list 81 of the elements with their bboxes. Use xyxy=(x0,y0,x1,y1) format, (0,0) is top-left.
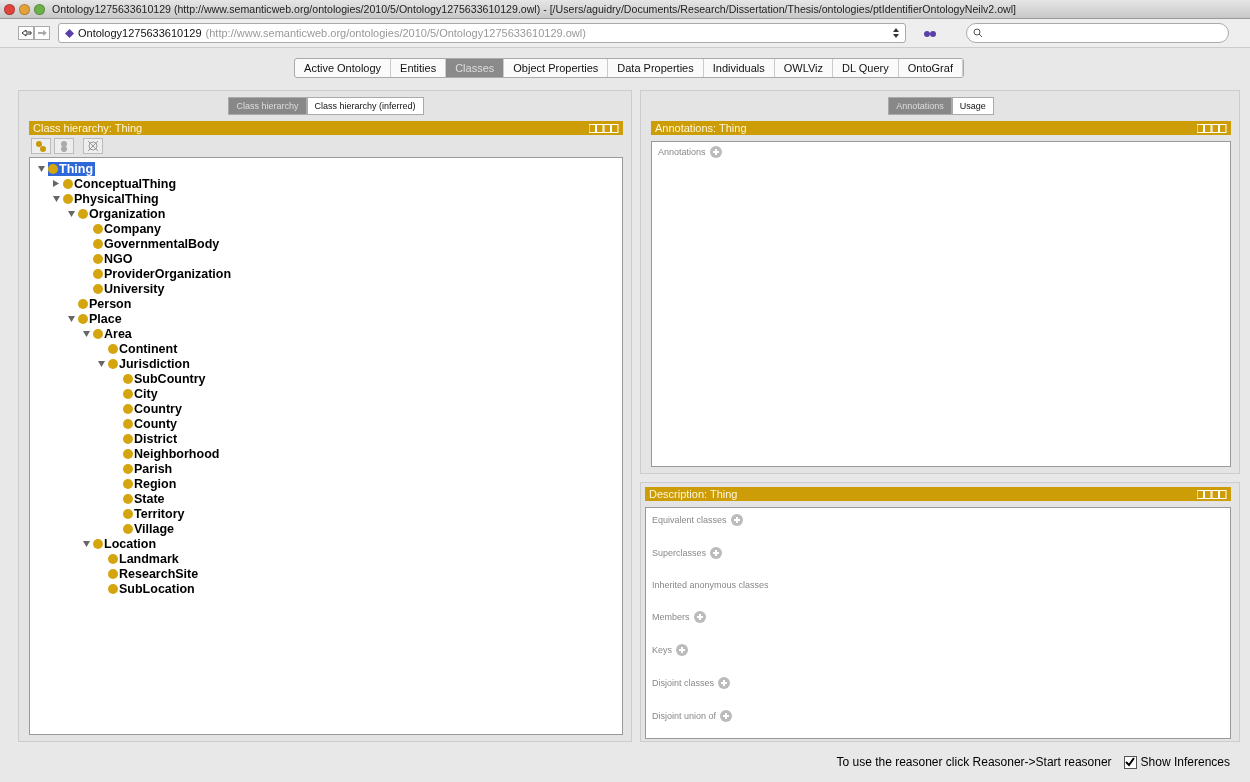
section-label: Disjoint union of xyxy=(652,711,717,721)
class-item[interactable]: County xyxy=(123,416,180,431)
section-label: Inherited anonymous classes xyxy=(652,580,769,590)
minimize-icon[interactable] xyxy=(19,3,30,15)
back-button[interactable] xyxy=(18,26,34,40)
panel-controls-icon[interactable] xyxy=(1197,123,1227,133)
class-item[interactable]: Territory xyxy=(123,506,187,521)
class-item[interactable]: Region xyxy=(123,476,179,491)
class-item[interactable]: Location xyxy=(93,536,159,551)
search-icon xyxy=(973,28,983,38)
tab[interactable]: Object Properties xyxy=(504,59,609,77)
subtab[interactable]: Usage xyxy=(951,97,994,115)
class-item[interactable]: ConceptualThing xyxy=(63,176,179,191)
class-item[interactable]: District xyxy=(123,431,180,446)
class-item[interactable]: Country xyxy=(123,401,184,416)
section-label: Disjoint classes xyxy=(652,678,715,688)
show-inferences-checkbox[interactable]: Show Inferences xyxy=(1123,755,1230,769)
add-sibling-button[interactable] xyxy=(54,138,74,154)
add-icon[interactable] xyxy=(718,677,731,689)
class-item[interactable]: City xyxy=(123,386,160,401)
class-item[interactable]: ProviderOrganization xyxy=(93,266,234,281)
class-item[interactable]: SubLocation xyxy=(108,581,197,596)
search-field[interactable] xyxy=(966,23,1229,43)
add-icon[interactable] xyxy=(676,644,688,656)
class-item[interactable]: GovernmentalBody xyxy=(93,236,222,251)
tab[interactable]: Individuals xyxy=(703,59,775,77)
diamond-icon xyxy=(65,28,74,38)
tab[interactable]: Active Ontology xyxy=(295,59,392,77)
section-label: Annotations xyxy=(658,147,706,157)
class-item[interactable]: Parish xyxy=(123,461,175,476)
class-item[interactable]: Organization xyxy=(78,206,168,221)
ontology-address-field[interactable]: Ontology1275633610129 (http://www.semanticweb.org/ontologies/2010/5/Ontology1275633610129.owl) xyxy=(58,23,906,43)
circles-icon xyxy=(58,140,70,152)
tab[interactable]: OntoGraf xyxy=(898,59,963,77)
tab[interactable]: Data Properties xyxy=(608,59,704,77)
class-item[interactable]: ResearchSite xyxy=(108,566,201,581)
add-subclass-button[interactable] xyxy=(31,138,51,154)
close-icon[interactable] xyxy=(4,3,15,15)
add-icon[interactable] xyxy=(730,514,743,526)
class-item[interactable]: Jurisdiction xyxy=(108,356,192,371)
class-item[interactable]: Village xyxy=(123,521,177,536)
window-title: Ontology1275633610129 (http://www.semanticweb.org/ontologies/2010/5/Ontology1275633610129.owl) - [/Users/aguidry/Documents/Research/Dissertation/Thesis/ontologies/ptIdentifierOntologyNeilv2.owl] xyxy=(52,3,1016,15)
section-label: Superclasses xyxy=(652,548,707,558)
zoom-icon[interactable] xyxy=(34,3,45,15)
tab[interactable]: DL Query xyxy=(833,59,899,77)
panel-controls-icon[interactable] xyxy=(589,123,619,133)
section-label: Keys xyxy=(652,645,672,655)
right-arrow-icon xyxy=(36,29,48,37)
class-item[interactable]: State xyxy=(123,491,167,506)
status-message: To use the reasoner click Reasoner->Start reasoner xyxy=(836,755,1112,769)
class-item[interactable]: Continent xyxy=(108,341,180,356)
class-item[interactable]: NGO xyxy=(93,251,135,266)
class-item[interactable]: Company xyxy=(93,221,163,236)
delete-class-button[interactable] xyxy=(83,138,103,154)
checkmark-icon xyxy=(1125,757,1136,767)
section-label: Equivalent classes xyxy=(652,515,727,525)
dropdown-arrows-icon[interactable] xyxy=(893,28,899,38)
section-label: Members xyxy=(652,612,690,622)
add-icon[interactable] xyxy=(693,611,706,623)
crossed-circle-icon xyxy=(87,140,99,152)
class-item[interactable]: SubCountry xyxy=(123,371,208,386)
add-icon[interactable] xyxy=(720,710,733,722)
class-item[interactable]: Landmark xyxy=(108,551,181,566)
class-item[interactable]: Place xyxy=(78,311,124,326)
class-item[interactable]: Thing xyxy=(48,161,95,176)
subtab[interactable]: Class hierarchy (inferred) xyxy=(306,97,424,115)
panel-title: Description: Thing xyxy=(649,488,738,500)
class-item[interactable]: PhysicalThing xyxy=(63,191,161,206)
panel-controls-icon[interactable] xyxy=(1197,489,1227,499)
class-item[interactable]: Area xyxy=(93,326,134,341)
left-arrow-icon xyxy=(20,29,32,37)
binoculars-icon[interactable] xyxy=(924,28,936,38)
class-item[interactable]: Person xyxy=(78,296,134,311)
panel-title: Class hierarchy: Thing xyxy=(33,122,143,134)
circles-icon xyxy=(35,140,47,152)
panel-title: Annotations: Thing xyxy=(655,122,747,134)
add-icon[interactable] xyxy=(709,146,722,158)
class-item[interactable]: Neighborhood xyxy=(123,446,222,461)
add-icon[interactable] xyxy=(710,547,723,559)
tab[interactable]: OWLViz xyxy=(774,59,834,77)
class-item[interactable]: University xyxy=(93,281,167,296)
